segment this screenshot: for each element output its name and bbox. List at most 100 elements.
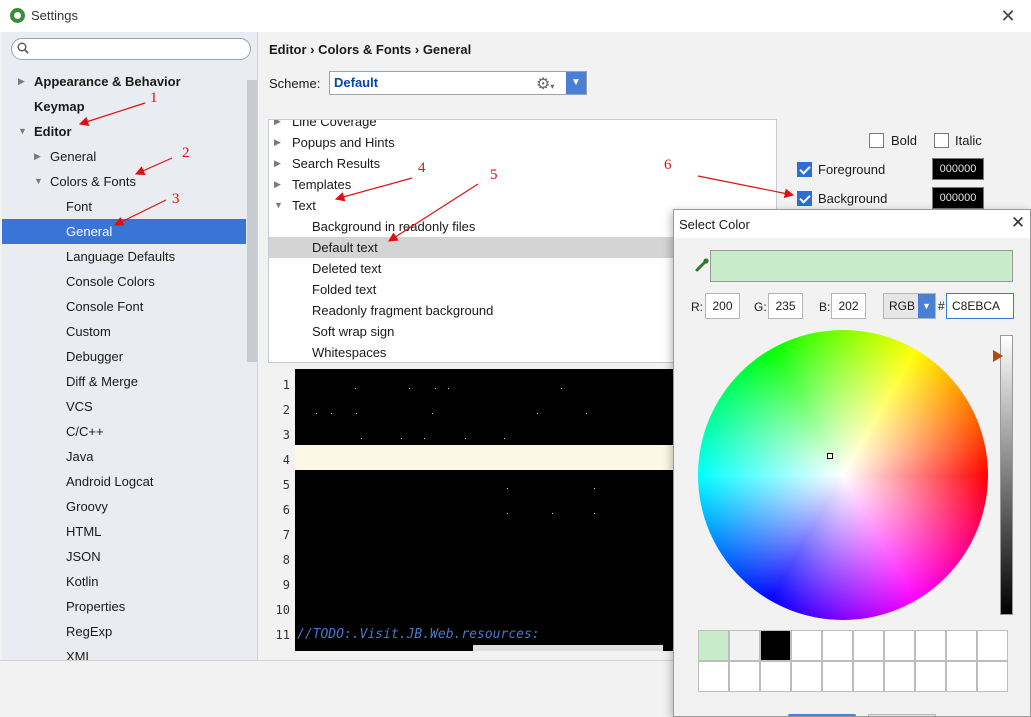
option-item-label: Templates — [292, 177, 352, 192]
tree-item[interactable]: General — [2, 219, 246, 244]
slider-handle-icon[interactable] — [993, 350, 1003, 362]
chevron-down-icon: ▼ — [918, 294, 935, 318]
tree-item-label: Appearance & Behavior — [34, 74, 181, 89]
color-mode-dropdown[interactable]: RGB ▼ — [883, 293, 936, 319]
line-number: 8 — [282, 553, 290, 567]
recent-color-swatch[interactable] — [698, 630, 729, 661]
chevron-right-icon[interactable]: ▶ — [18, 69, 25, 94]
option-item[interactable]: ▶ Popups and Hints — [269, 132, 776, 153]
bold-checkbox[interactable] — [869, 133, 884, 148]
chevron-right-icon[interactable]: ▶ — [34, 144, 41, 169]
chevron-right-icon[interactable]: ▶ — [274, 120, 281, 132]
tree-item[interactable]: Console Font — [2, 294, 246, 319]
blue-input[interactable]: 202 — [831, 293, 866, 319]
tree-item[interactable]: C/C++ — [2, 419, 246, 444]
tree-item[interactable]: Groovy — [2, 494, 246, 519]
option-item-label: Search Results — [292, 156, 381, 171]
recent-color-swatch[interactable] — [915, 630, 946, 661]
hex-input[interactable]: C8EBCA — [946, 293, 1014, 319]
tree-item[interactable]: Diff & Merge — [2, 369, 246, 394]
recent-color-swatch[interactable] — [822, 630, 853, 661]
recent-color-swatch[interactable] — [791, 661, 822, 692]
tree-item[interactable]: Language Defaults — [2, 244, 246, 269]
recent-color-swatch[interactable] — [791, 630, 822, 661]
foreground-color-swatch[interactable]: 000000 — [932, 158, 984, 180]
tree-item-label: Font — [66, 199, 93, 214]
gear-icon[interactable]: ⚙▾ — [536, 74, 554, 94]
tree-item-label: Diff & Merge — [66, 374, 139, 389]
close-dialog-button[interactable]: ✕ — [1008, 213, 1028, 233]
chevron-down-icon[interactable]: ▼ — [18, 119, 27, 144]
annotation-label-4: 4 — [418, 160, 426, 176]
option-item[interactable]: ▶ Line Coverage — [269, 119, 776, 132]
red-input[interactable]: 200 — [705, 293, 740, 319]
recent-color-swatch[interactable] — [698, 661, 729, 692]
option-item-label: Text — [292, 198, 316, 213]
tree-scrollbar[interactable] — [247, 80, 257, 362]
background-checkbox[interactable] — [797, 191, 812, 206]
color-wheel-cursor[interactable] — [827, 453, 833, 459]
recent-color-swatch[interactable] — [822, 661, 853, 692]
background-color-swatch[interactable]: 000000 — [932, 187, 984, 209]
preview-scrollbar[interactable] — [473, 645, 663, 651]
recent-color-swatch[interactable] — [946, 661, 977, 692]
chevron-right-icon[interactable]: ▶ — [274, 174, 281, 195]
foreground-checkbox[interactable] — [797, 162, 812, 177]
line-number: 1 — [282, 378, 290, 392]
code-preview[interactable]: 1 2 3 4 5 6 7 8 9 10 11 //TODO:.Visit.JB.Web.resou… — [268, 369, 678, 651]
annotation-label-3: 3 — [172, 191, 180, 207]
recent-color-swatch[interactable] — [977, 630, 1008, 661]
brightness-slider[interactable] — [1000, 335, 1013, 615]
color-wheel[interactable] — [698, 330, 988, 620]
tree-item[interactable]: Java — [2, 444, 246, 469]
tree-item[interactable]: JSON — [2, 544, 246, 569]
option-item[interactable]: ▶ Templates — [269, 174, 776, 195]
tree-item[interactable]: ▶ Appearance & Behavior — [2, 69, 246, 94]
title-bar: Settings ✕ — [0, 0, 1031, 32]
tree-item[interactable]: HTML — [2, 519, 246, 544]
color-preview-swatch — [710, 250, 1013, 282]
option-item-label: Line Coverage — [292, 119, 377, 129]
recent-color-swatch[interactable] — [884, 630, 915, 661]
tree-item[interactable]: Properties — [2, 594, 246, 619]
tree-item[interactable]: Debugger — [2, 344, 246, 369]
annotation-label-5: 5 — [490, 167, 498, 183]
green-input[interactable]: 235 — [768, 293, 803, 319]
tree-item[interactable]: RegExp — [2, 619, 246, 644]
recent-color-swatch[interactable] — [853, 661, 884, 692]
chevron-down-icon[interactable]: ▼ — [274, 195, 283, 216]
caret-line-highlight — [268, 445, 678, 470]
tree-item[interactable]: Custom — [2, 319, 246, 344]
color-mode-value: RGB — [889, 299, 916, 313]
search-input[interactable] — [11, 38, 251, 60]
tree-item[interactable]: ▼ Colors & Fonts — [2, 169, 246, 194]
recent-color-swatch[interactable] — [760, 630, 791, 661]
tree-item[interactable]: ▶ General — [2, 144, 246, 169]
tree-item[interactable]: ▼ Editor — [2, 119, 246, 144]
tree-item[interactable]: Android Logcat — [2, 469, 246, 494]
chevron-right-icon[interactable]: ▶ — [274, 132, 281, 153]
recent-color-swatch[interactable] — [946, 630, 977, 661]
recent-color-swatch[interactable] — [760, 661, 791, 692]
tree-item[interactable]: VCS — [2, 394, 246, 419]
tree-item[interactable]: Keymap — [2, 94, 246, 119]
tree-item-label: VCS — [66, 399, 93, 414]
italic-checkbox[interactable] — [934, 133, 949, 148]
tree-item[interactable]: Console Colors — [2, 269, 246, 294]
recent-color-swatch[interactable] — [915, 661, 946, 692]
settings-tree-panel: ▶ Appearance & Behavior Keymap ▼ Editor ▶ Gene… — [2, 32, 258, 660]
eyedropper-icon[interactable] — [694, 257, 710, 273]
recent-color-swatch[interactable] — [729, 630, 760, 661]
option-item[interactable]: ▶ Search Results — [269, 153, 776, 174]
chevron-right-icon[interactable]: ▶ — [274, 153, 281, 174]
tree-item[interactable]: XML — [2, 644, 246, 660]
chevron-down-icon[interactable]: ▼ — [34, 169, 43, 194]
recent-color-swatch[interactable] — [977, 661, 1008, 692]
close-window-button[interactable]: ✕ — [996, 5, 1020, 27]
recent-color-swatch[interactable] — [853, 630, 884, 661]
recent-color-swatch[interactable] — [884, 661, 915, 692]
tree-item[interactable]: Kotlin — [2, 569, 246, 594]
tree-item[interactable]: Font — [2, 194, 246, 219]
tree-item-label: Custom — [66, 324, 111, 339]
recent-color-swatch[interactable] — [729, 661, 760, 692]
